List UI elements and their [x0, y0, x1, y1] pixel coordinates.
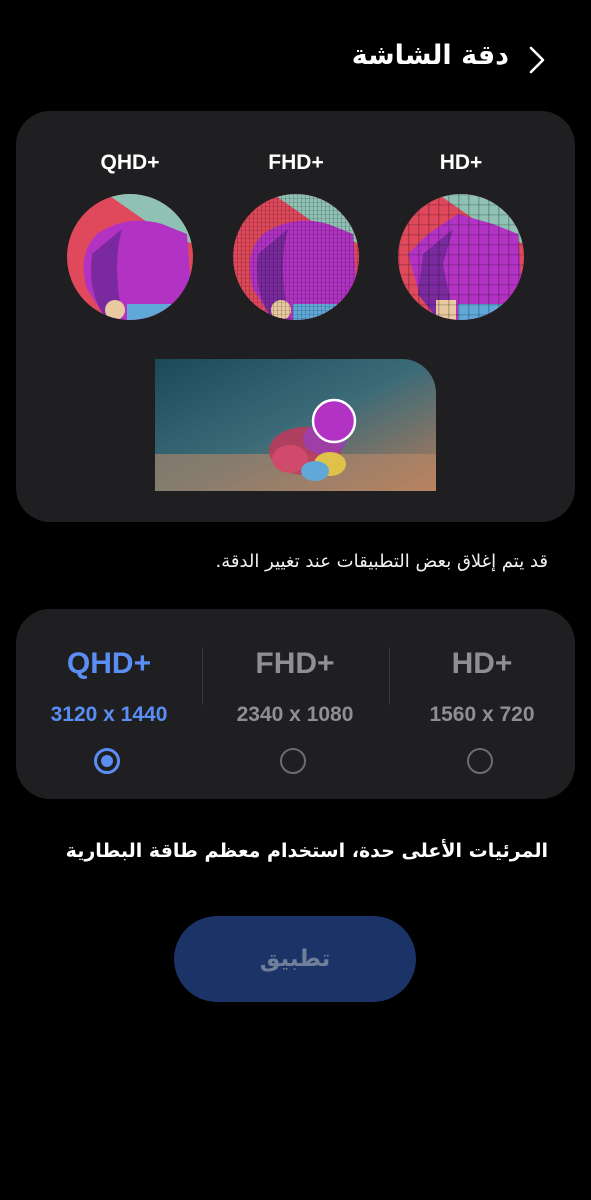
preview-label-qhd: QHD+	[100, 151, 160, 174]
radio-button-fhd[interactable]	[280, 748, 306, 774]
preview-zoom-qhd	[67, 194, 193, 320]
battery-notice: المرئيات الأعلى حدة، استخدام معظم طاقة ا…	[65, 840, 548, 862]
radio-button-hd[interactable]	[467, 748, 493, 774]
option-dimensions: 1560 x 720	[429, 703, 535, 726]
resolution-preview-card: QHD+ FHD+ HD+	[16, 111, 575, 522]
apps-close-notice: قد يتم إغلاق بعض التطبيقات عند تغيير الد…	[215, 551, 549, 572]
option-name: HD+	[451, 647, 513, 680]
option-name: FHD+	[255, 647, 335, 680]
option-dimensions: 2340 x 1080	[236, 703, 354, 726]
preview-zoom-hd	[398, 194, 524, 320]
apply-button[interactable]: تطبيق	[174, 916, 416, 1002]
preview-wallpaper-image	[155, 359, 436, 491]
option-hd[interactable]: HD+ 1560 x 720	[389, 609, 575, 799]
option-fhd[interactable]: FHD+ 2340 x 1080	[202, 609, 388, 799]
preview-label-hd: HD+	[439, 151, 483, 174]
preview-label-fhd: FHD+	[268, 151, 324, 174]
page-title: دقة الشاشة	[351, 40, 509, 71]
option-dimensions: 3120 x 1440	[50, 703, 168, 726]
preview-zoom-fhd	[233, 194, 359, 320]
radio-button-qhd[interactable]	[94, 748, 120, 774]
header: دقة الشاشة	[0, 36, 591, 86]
back-button[interactable]	[521, 42, 551, 78]
resolution-selector: QHD+ 3120 x 1440 FHD+ 2340 x 1080 HD+ 15…	[16, 609, 575, 799]
option-name: QHD+	[66, 647, 152, 680]
option-qhd[interactable]: QHD+ 3120 x 1440	[16, 609, 202, 799]
chevron-back-icon	[529, 46, 545, 74]
